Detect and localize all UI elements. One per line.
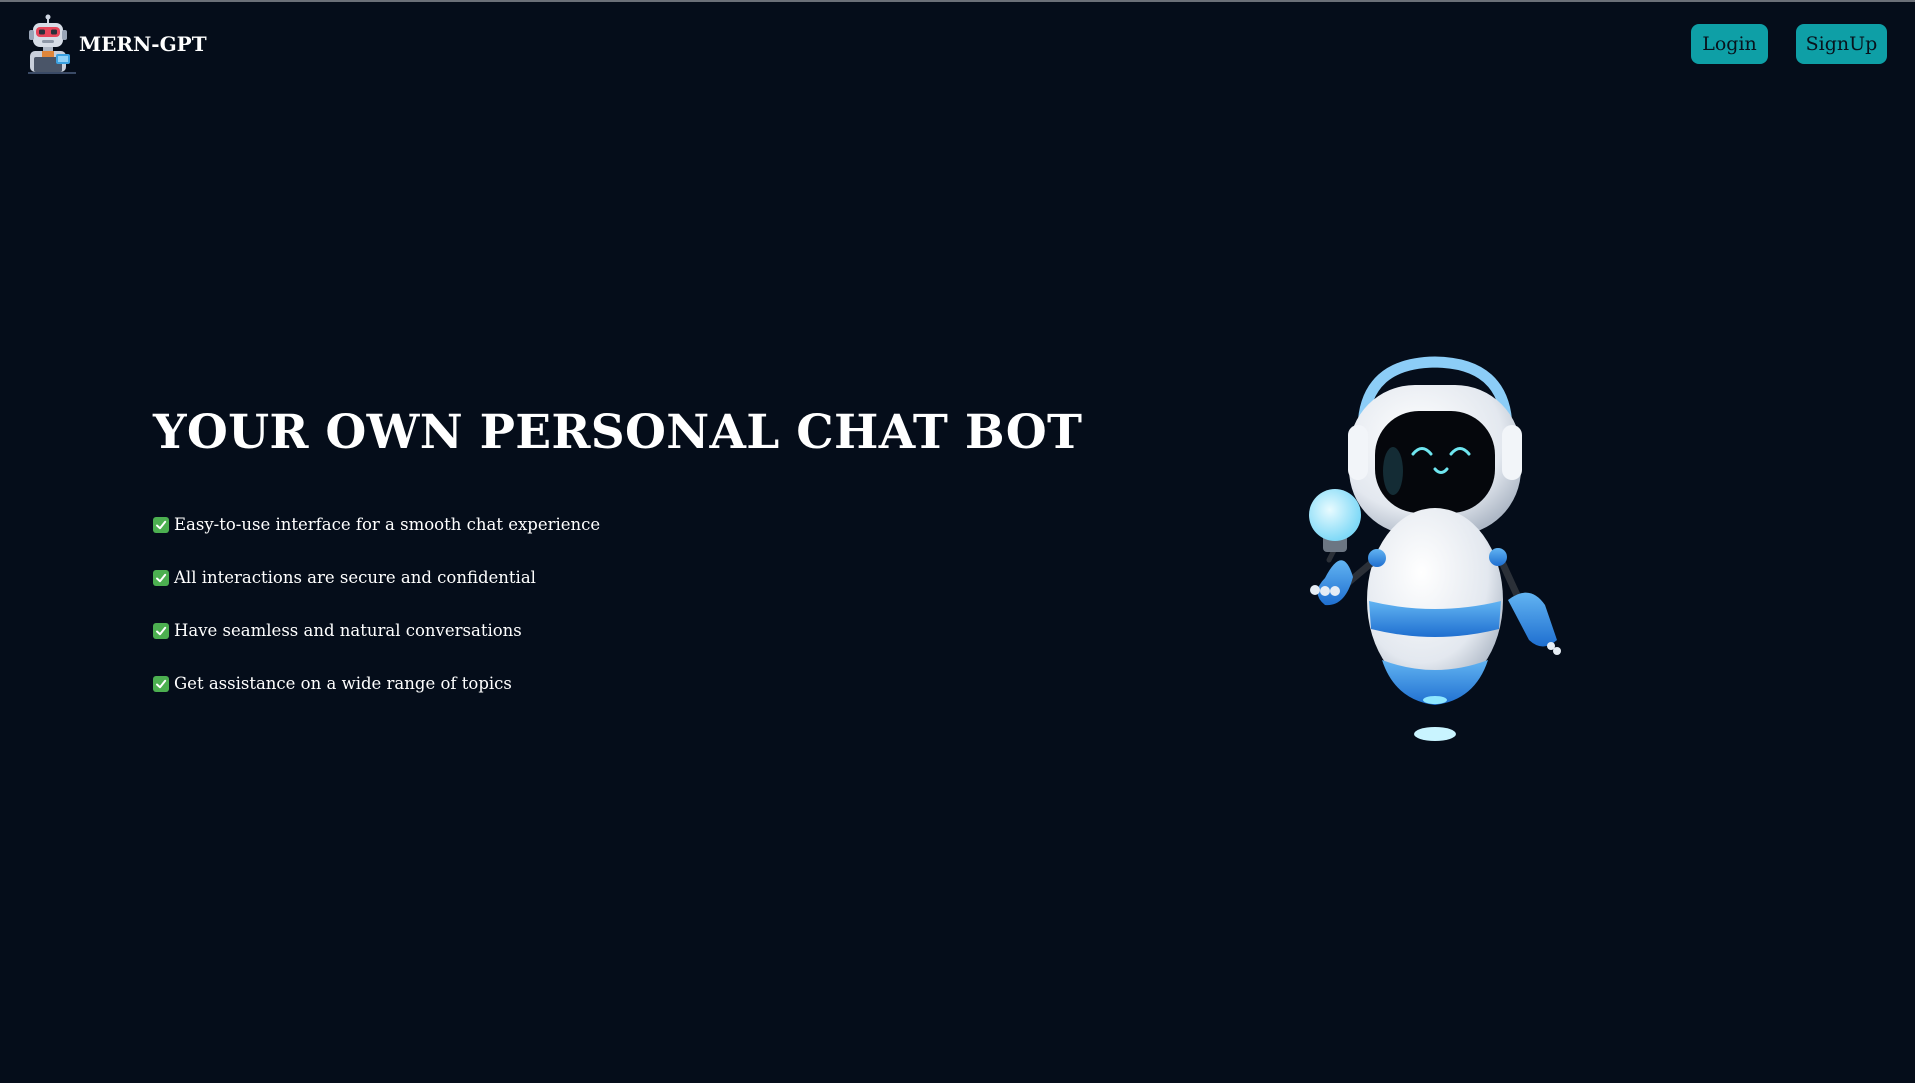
signup-button[interactable]: SignUp [1796, 24, 1887, 64]
green-check-icon [153, 623, 169, 639]
green-check-icon [153, 676, 169, 692]
feature-text: Get assistance on a wide range of topics [174, 674, 512, 693]
robot-logo-icon[interactable] [18, 13, 78, 75]
navbar: MERN-GPT Login SignUp [0, 2, 1915, 86]
robot-illustration [1309, 356, 1561, 741]
brand-name[interactable]: MERN-GPT [79, 32, 207, 56]
feature-item: All interactions are secure and confiden… [153, 568, 600, 621]
green-check-icon [153, 517, 169, 533]
feature-text: Easy-to-use interface for a smooth chat … [174, 515, 601, 534]
feature-item: Easy-to-use interface for a smooth chat … [153, 515, 600, 568]
feature-text: All interactions are secure and confiden… [174, 568, 536, 587]
feature-item: Get assistance on a wide range of topics [153, 674, 600, 727]
login-button[interactable]: Login [1691, 24, 1768, 64]
feature-item: Have seamless and natural conversations [153, 621, 600, 674]
feature-list: Easy-to-use interface for a smooth chat … [153, 515, 600, 727]
green-check-icon [153, 570, 169, 586]
feature-text: Have seamless and natural conversations [174, 621, 522, 640]
hero-headline: YOUR OWN PERSONAL CHAT BOT [153, 405, 1083, 460]
